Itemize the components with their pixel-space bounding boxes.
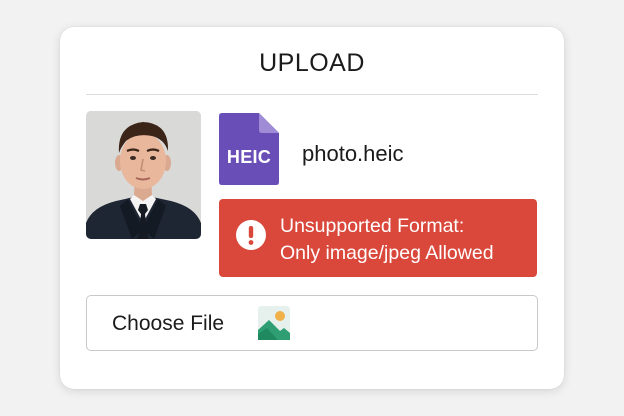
- title-divider: [86, 94, 538, 95]
- photo-thumbnail: [86, 111, 201, 239]
- error-text-line1: Unsupported Format:: [280, 215, 465, 237]
- dialog-title: UPLOAD: [259, 49, 365, 77]
- file-name: photo.heic: [302, 141, 404, 166]
- error-message: Unsupported Format: Only image/jpeg Allo…: [219, 199, 537, 277]
- choose-file-label: Choose File: [112, 312, 225, 335]
- image-icon: [258, 306, 290, 340]
- error-text-line2: Only image/jpeg Allowed: [280, 242, 494, 264]
- choose-file-button[interactable]: Choose File: [86, 295, 538, 351]
- file-extension-badge: HEIC: [226, 147, 272, 167]
- exclamation-circle-icon: [236, 220, 266, 250]
